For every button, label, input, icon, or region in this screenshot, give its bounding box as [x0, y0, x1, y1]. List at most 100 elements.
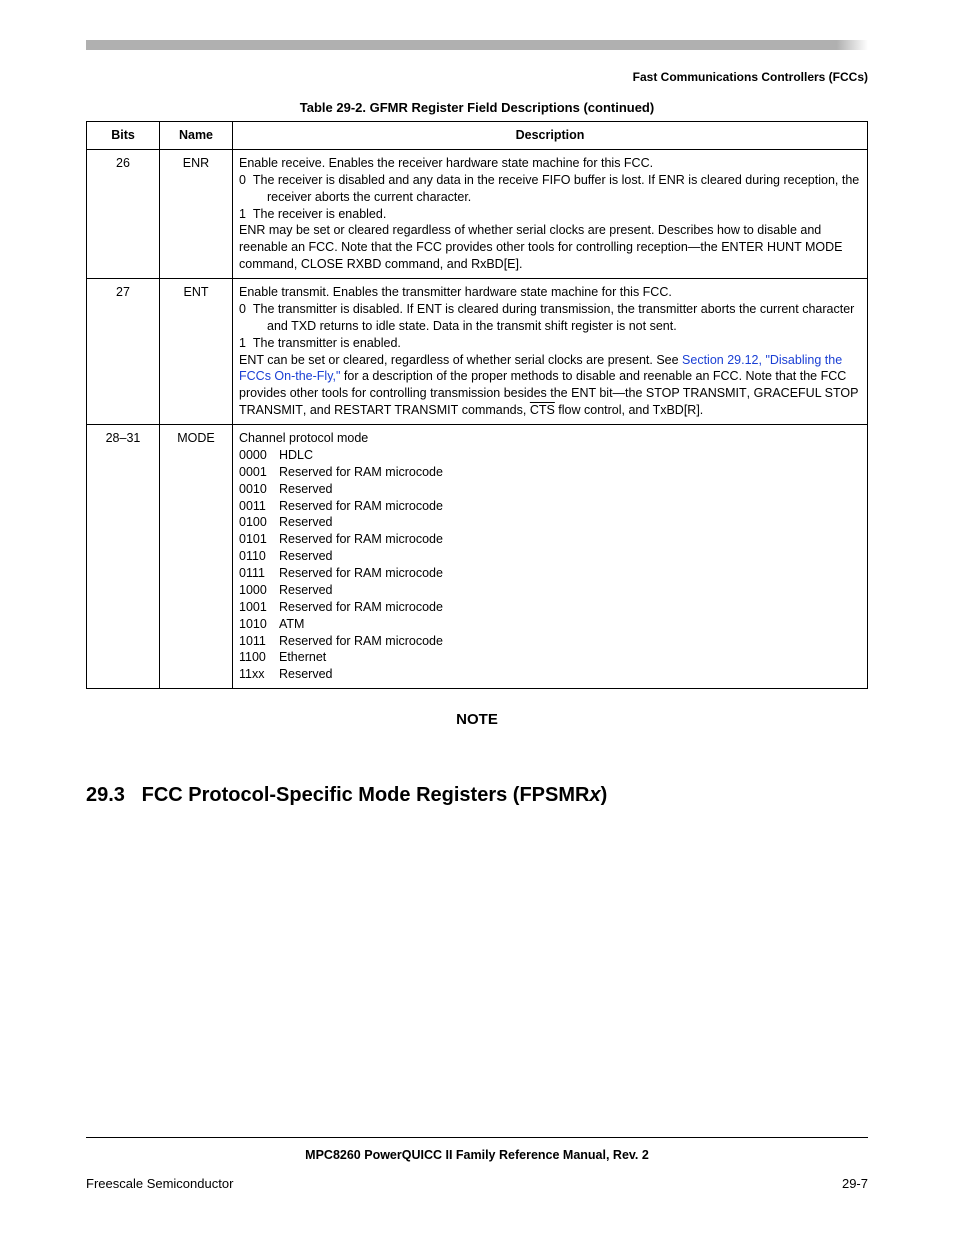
mode-code: 0000	[239, 447, 279, 464]
mode-entry: 0100Reserved	[239, 514, 861, 531]
item-key: 1	[239, 336, 246, 350]
mode-entry: 1010ATM	[239, 616, 861, 633]
mode-entry: 0011Reserved for RAM microcode	[239, 498, 861, 515]
mode-entry: 1011Reserved for RAM microcode	[239, 633, 861, 650]
mode-val: HDLC	[279, 447, 313, 464]
desc-lead: Enable receive. Enables the receiver har…	[239, 155, 861, 172]
mode-code-list: 0000HDLC 0001Reserved for RAM microcode …	[239, 447, 861, 683]
mode-code: 0101	[239, 531, 279, 548]
col-header-desc: Description	[233, 122, 868, 150]
cell-bits: 28–31	[87, 425, 160, 689]
smallcaps-text: RESTART TRANSMIT	[334, 403, 458, 417]
table-row: 26 ENR Enable receive. Enables the recei…	[87, 149, 868, 278]
cell-desc: Enable receive. Enables the receiver har…	[233, 149, 868, 278]
mode-code: 0001	[239, 464, 279, 481]
mode-val: Reserved	[279, 666, 333, 683]
table-row: 28–31 MODE Channel protocol mode 0000HDL…	[87, 425, 868, 689]
item-val: The receiver is disabled and any data in…	[253, 173, 859, 204]
mode-entry: 0110Reserved	[239, 548, 861, 565]
tail-text: command,	[239, 257, 301, 271]
desc-lead: Enable transmit. Enables the transmitter…	[239, 284, 861, 301]
mode-val: Reserved for RAM microcode	[279, 599, 443, 616]
item-key: 0	[239, 302, 246, 316]
desc-item: 0 The receiver is disabled and any data …	[267, 172, 861, 206]
tail-text: ENT can be set or cleared, regardless of…	[239, 353, 682, 367]
mode-entry: 0000HDLC	[239, 447, 861, 464]
mode-val: Reserved	[279, 548, 333, 565]
table-row: 27 ENT Enable transmit. Enables the tran…	[87, 279, 868, 425]
tail-text: , and	[303, 403, 334, 417]
mode-val: Reserved	[279, 514, 333, 531]
mode-val: Ethernet	[279, 649, 326, 666]
mode-entry: 1001Reserved for RAM microcode	[239, 599, 861, 616]
col-header-bits: Bits	[87, 122, 160, 150]
mode-code: 0110	[239, 548, 279, 565]
desc-lead: Channel protocol mode	[239, 430, 861, 447]
tail-text: flow control, and TxBD[R].	[555, 403, 703, 417]
mode-entry: 0111Reserved for RAM microcode	[239, 565, 861, 582]
mode-val: ATM	[279, 616, 304, 633]
top-rule	[86, 40, 868, 50]
mode-code: 1000	[239, 582, 279, 599]
footer-right: 29-7	[842, 1176, 868, 1191]
smallcaps-text: ENTER HUNT MODE	[721, 240, 842, 254]
mode-val: Reserved for RAM microcode	[279, 633, 443, 650]
note-heading: NOTE	[86, 711, 868, 728]
register-table: Bits Name Description 26 ENR Enable rece…	[86, 121, 868, 689]
mode-entry: 0001Reserved for RAM microcode	[239, 464, 861, 481]
mode-code: 0100	[239, 514, 279, 531]
tail-text: ,	[747, 386, 754, 400]
cell-bits: 27	[87, 279, 160, 425]
desc-tail: ENT can be set or cleared, regardless of…	[239, 352, 861, 420]
page: Fast Communications Controllers (FCCs) T…	[0, 0, 954, 1235]
mode-val: Reserved for RAM microcode	[279, 565, 443, 582]
mode-val: Reserved for RAM microcode	[279, 498, 443, 515]
footer-left: Freescale Semiconductor	[86, 1176, 233, 1191]
item-val: The transmitter is disabled. If ENT is c…	[253, 302, 854, 333]
tail-text: commands,	[458, 403, 530, 417]
item-key: 0	[239, 173, 246, 187]
table-caption: Table 29-2. GFMR Register Field Descript…	[86, 100, 868, 115]
mode-val: Reserved	[279, 481, 333, 498]
mode-val: Reserved	[279, 582, 333, 599]
item-val: The transmitter is enabled.	[253, 336, 401, 350]
tail-text: command, and RxBD[E].	[381, 257, 522, 271]
mode-code: 1010	[239, 616, 279, 633]
mode-entry: 11xxReserved	[239, 666, 861, 683]
item-key: 1	[239, 207, 246, 221]
page-footer: MPC8260 PowerQUICC II Family Reference M…	[86, 1137, 868, 1191]
cell-name: ENR	[160, 149, 233, 278]
section-title-ital: x	[589, 784, 600, 806]
mode-code: 0111	[239, 565, 279, 582]
mode-code: 11xx	[239, 666, 279, 683]
cell-bits: 26	[87, 149, 160, 278]
cell-desc: Enable transmit. Enables the transmitter…	[233, 279, 868, 425]
footer-manual-title: MPC8260 PowerQUICC II Family Reference M…	[86, 1148, 868, 1162]
cell-name: MODE	[160, 425, 233, 689]
mode-val: Reserved for RAM microcode	[279, 531, 443, 548]
mode-val: Reserved for RAM microcode	[279, 464, 443, 481]
mode-entry: 1000Reserved	[239, 582, 861, 599]
col-header-name: Name	[160, 122, 233, 150]
section-heading: 29.3 FCC Protocol-Specific Mode Register…	[86, 784, 868, 807]
desc-tail: ENR may be set or cleared regardless of …	[239, 222, 861, 273]
mode-code: 0010	[239, 481, 279, 498]
mode-code: 0011	[239, 498, 279, 515]
mode-code: 1001	[239, 599, 279, 616]
desc-item: 1 The receiver is enabled.	[267, 206, 861, 223]
mode-entry: 0101Reserved for RAM microcode	[239, 531, 861, 548]
table-header-row: Bits Name Description	[87, 122, 868, 150]
desc-item: 1 The transmitter is enabled.	[267, 335, 861, 352]
mode-entry: 1100Ethernet	[239, 649, 861, 666]
smallcaps-text: STOP TRANSMIT	[646, 386, 747, 400]
smallcaps-text: CLOSE RXBD	[301, 257, 382, 271]
section-title-pre: FCC Protocol-Specific Mode Registers (FP…	[142, 784, 590, 806]
section-title-post: )	[601, 784, 608, 806]
mode-code: 1100	[239, 649, 279, 666]
cell-name: ENT	[160, 279, 233, 425]
overline-text: CTS	[530, 403, 555, 417]
section-number: 29.3	[86, 784, 125, 806]
mode-code: 1011	[239, 633, 279, 650]
running-header: Fast Communications Controllers (FCCs)	[86, 70, 868, 84]
item-val: The receiver is enabled.	[253, 207, 386, 221]
